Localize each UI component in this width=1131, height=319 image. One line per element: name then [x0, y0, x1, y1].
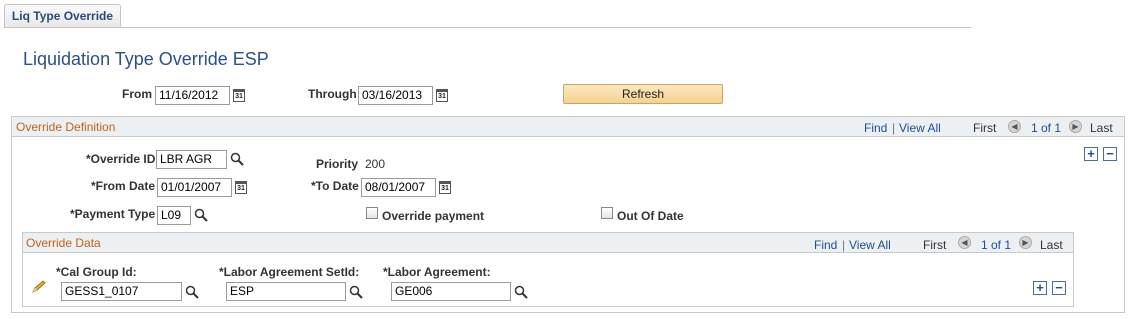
priority-label: Priority — [316, 157, 359, 171]
override-definition-header — [12, 117, 1124, 137]
calendar-icon[interactable]: 31 — [235, 181, 247, 194]
find-link[interactable]: Find — [864, 121, 887, 135]
page-title: Liquidation Type Override ESP — [23, 49, 269, 69]
row-counter: 1 of 1 — [981, 238, 1012, 252]
from-date-input[interactable]: 11/16/2012 — [155, 86, 230, 105]
out-of-date-checkbox[interactable] — [601, 207, 613, 219]
next-icon[interactable]: ▶ — [1069, 120, 1082, 133]
edit-pencil-icon — [32, 280, 46, 293]
setid-label: *Labor Agreement SetId: — [219, 265, 360, 279]
find-link[interactable]: Find — [814, 238, 837, 252]
delete-row-button[interactable]: − — [1103, 147, 1117, 161]
agreement-label: *Labor Agreement: — [383, 265, 491, 279]
tab-divider — [4, 27, 971, 28]
row-counter: 1 of 1 — [1031, 121, 1062, 135]
refresh-button[interactable]: Refresh — [563, 84, 723, 104]
lookup-icon[interactable] — [349, 285, 363, 299]
lookup-icon[interactable] — [185, 285, 199, 299]
last-link[interactable]: Last — [1040, 238, 1063, 252]
tab-liq-type-override[interactable]: Liq Type Override — [4, 4, 121, 28]
override-payment-label: Override payment — [382, 209, 485, 223]
through-date-input[interactable]: 03/16/2013 — [358, 86, 433, 105]
agreement-input[interactable]: GE006 — [391, 282, 511, 301]
from-date-field[interactable]: 01/01/2007 — [157, 178, 232, 197]
separator: | — [842, 238, 846, 252]
view-all-link[interactable]: View All — [849, 238, 891, 252]
to-date-field[interactable]: 08/01/2007 — [361, 178, 436, 197]
first-link[interactable]: First — [923, 238, 946, 252]
separator: | — [892, 121, 896, 135]
calendar-icon[interactable]: 31 — [436, 89, 448, 102]
first-link[interactable]: First — [973, 121, 996, 135]
next-icon[interactable]: ▶ — [1019, 236, 1032, 249]
from-label: From — [122, 87, 152, 101]
cal-group-label: *Cal Group Id: — [56, 265, 137, 279]
lookup-icon[interactable] — [230, 152, 244, 166]
cal-group-input[interactable]: GESS1_0107 — [61, 282, 182, 301]
priority-value: 200 — [365, 157, 386, 171]
from-date-label: *From Date — [91, 179, 156, 193]
override-id-label: *Override ID — [86, 152, 156, 166]
calendar-icon[interactable]: 31 — [439, 181, 451, 194]
setid-input[interactable]: ESP — [226, 282, 346, 301]
add-row-button[interactable]: + — [1033, 281, 1047, 295]
override-id-input[interactable]: LBR AGR — [156, 150, 227, 169]
calendar-icon[interactable]: 31 — [233, 89, 245, 102]
payment-type-label: *Payment Type — [70, 207, 156, 221]
add-row-button[interactable]: + — [1084, 147, 1098, 161]
previous-icon[interactable]: ◀ — [1008, 120, 1021, 133]
override-data-header — [23, 233, 1073, 253]
delete-row-button[interactable]: − — [1052, 281, 1066, 295]
override-definition-title: Override Definition — [16, 120, 116, 134]
through-label: Through — [308, 87, 357, 101]
lookup-icon[interactable] — [514, 285, 528, 299]
override-payment-checkbox[interactable] — [366, 207, 378, 219]
previous-icon[interactable]: ◀ — [958, 236, 971, 249]
lookup-icon[interactable] — [194, 208, 208, 222]
out-of-date-label: Out Of Date — [617, 209, 684, 223]
last-link[interactable]: Last — [1090, 121, 1113, 135]
override-data-title: Override Data — [26, 236, 101, 250]
view-all-link[interactable]: View All — [899, 121, 941, 135]
to-date-label: *To Date — [311, 179, 359, 193]
payment-type-input[interactable]: L09 — [157, 206, 191, 225]
